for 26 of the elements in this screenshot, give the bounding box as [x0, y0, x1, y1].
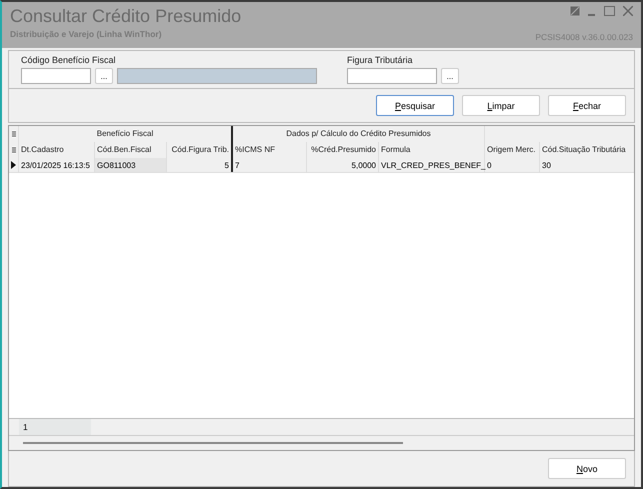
table-cell: 5,0000	[307, 158, 379, 172]
table-cell: 7	[233, 158, 307, 172]
scrollbar-thumb[interactable]	[23, 442, 403, 444]
input-field[interactable]	[347, 68, 437, 84]
field-label: Código Benefício Fiscal	[21, 55, 117, 65]
input-field[interactable]	[21, 68, 91, 84]
grip-icon	[12, 146, 16, 154]
row-pointer-icon	[11, 161, 16, 169]
new-button[interactable]: Novo	[548, 458, 626, 479]
action-button[interactable]: Pesquisar	[376, 95, 454, 116]
action-button[interactable]: Fechar	[548, 95, 626, 116]
record-count: 1	[19, 419, 91, 435]
grip-icon	[12, 130, 16, 138]
restore-icon[interactable]	[570, 6, 580, 16]
table-cell: 0	[485, 158, 540, 172]
table-cell: 5	[167, 158, 233, 172]
action-button[interactable]: Limpar	[462, 95, 540, 116]
lookup-button[interactable]: ...	[441, 68, 459, 84]
close-icon[interactable]	[623, 6, 633, 16]
table-cell: VLR_CRED_PRES_BENEF_	[379, 158, 485, 172]
window-title: Consultar Crédito Presumido	[10, 6, 242, 27]
table-cell: GO811003	[95, 158, 167, 172]
field-label: Figura Tributária	[347, 55, 414, 65]
table-cell: 30	[540, 158, 634, 172]
maximize-icon[interactable]	[604, 6, 615, 16]
lookup-button[interactable]: ...	[95, 68, 113, 84]
